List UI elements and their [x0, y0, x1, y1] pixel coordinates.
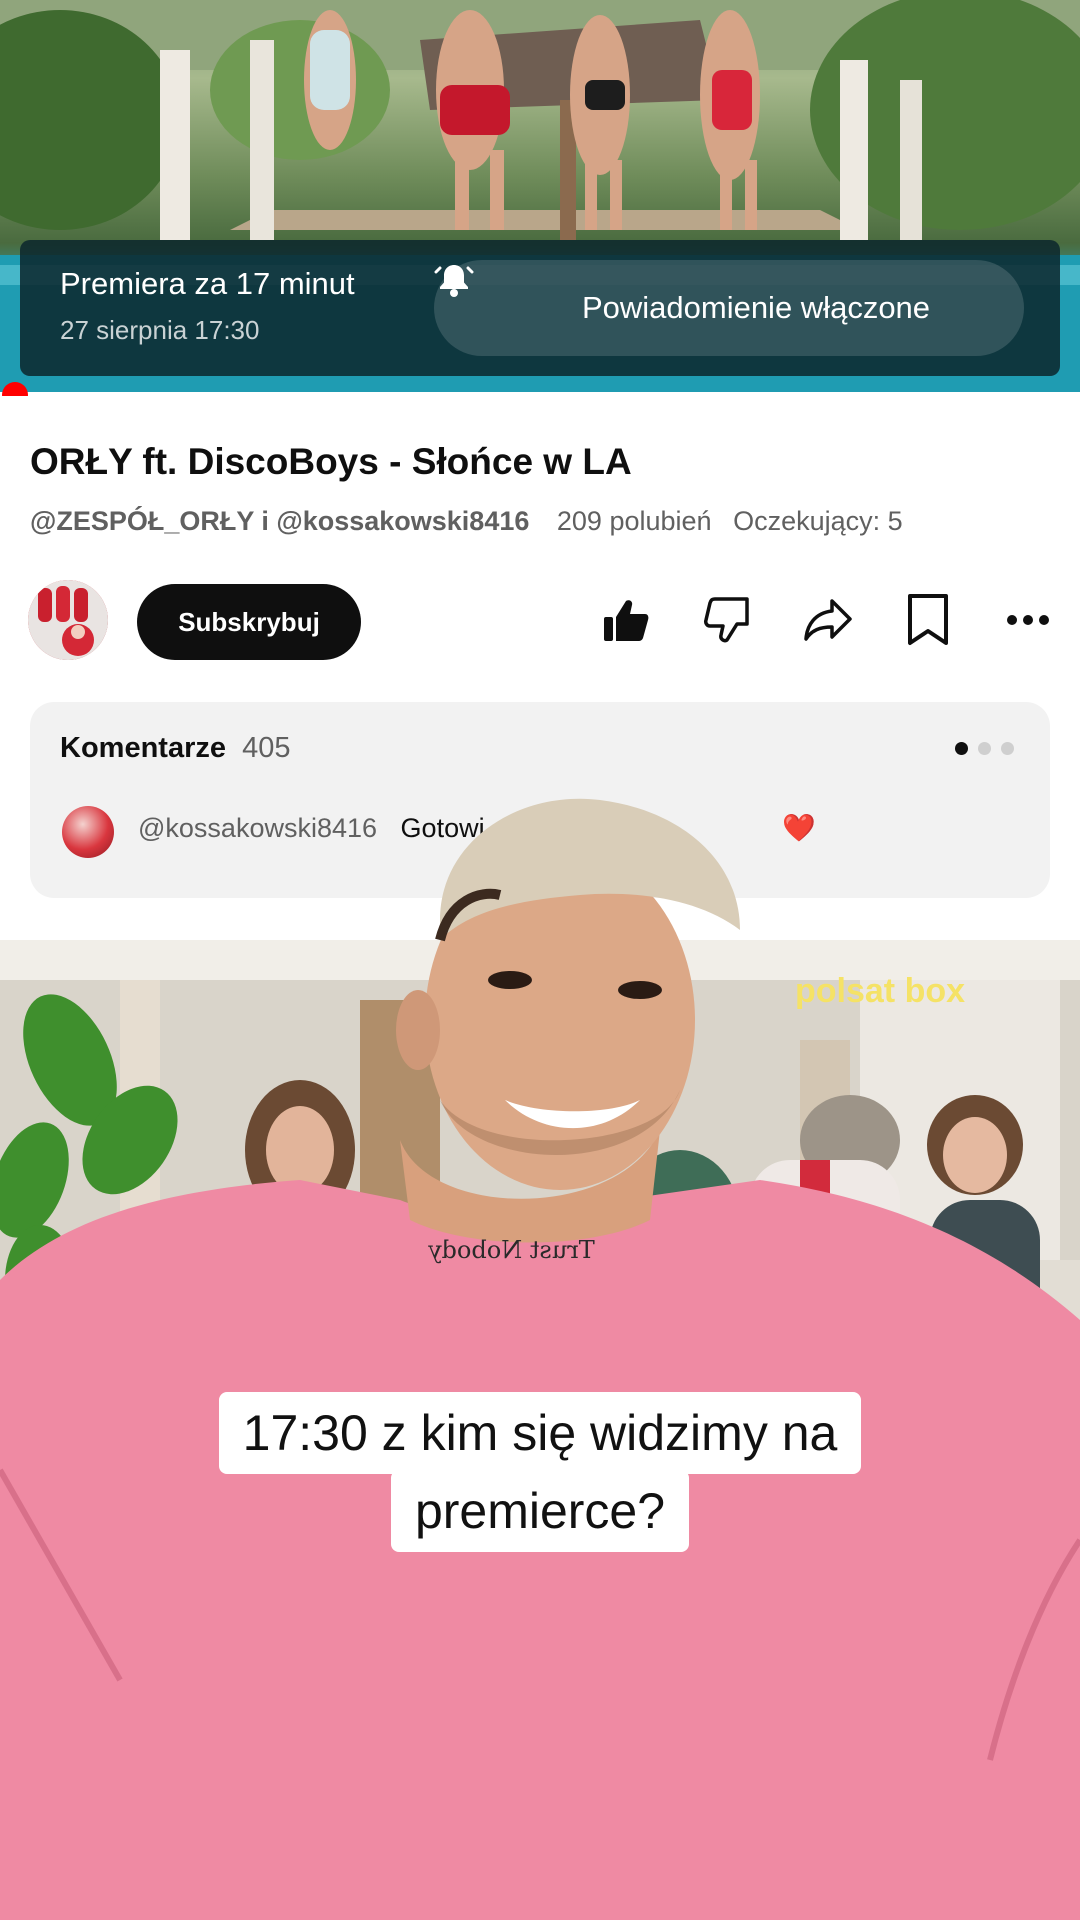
premiere-info: Premiera za 17 minut 27 sierpnia 17:30 [60, 264, 355, 350]
likes-count: 209 polubień [556, 506, 712, 536]
channel-avatar[interactable] [28, 580, 108, 660]
waiting-count: Oczekujący: 5 [733, 506, 903, 536]
thumbs-down-icon [703, 595, 753, 650]
page-dot [978, 742, 991, 755]
channel-names[interactable]: @ZESPÓŁ_ORŁY i @kossakowski8416 [30, 506, 529, 536]
video-meta: @ZESPÓŁ_ORŁY i @kossakowski8416 209 polu… [30, 506, 903, 537]
dislike-button[interactable] [700, 594, 756, 650]
premiere-date: 27 sierpnia 17:30 [60, 315, 260, 345]
video-player-top[interactable]: Premiera za 17 minut 27 sierpnia 17:30 P… [0, 0, 1080, 392]
premiere-banner: Premiera za 17 minut 27 sierpnia 17:30 P… [20, 240, 1060, 376]
comments-label: Komentarze [60, 732, 226, 764]
notification-button[interactable]: Powiadomienie włączone [434, 260, 1024, 356]
share-button[interactable] [800, 594, 856, 650]
page-indicator [955, 742, 1014, 755]
shirt-print: Trust Nobody [428, 1236, 595, 1264]
share-icon [802, 595, 854, 650]
save-button[interactable] [900, 593, 956, 652]
comments-count: 405 [242, 732, 291, 764]
caption-line-1: 17:30 z kim się widzimy na [218, 1392, 862, 1474]
save-icon [905, 593, 951, 652]
bell-ringing-icon [434, 265, 568, 328]
notification-label: Powiadomienie włączone [581, 290, 931, 325]
caption-line-2: premierce? [390, 1470, 690, 1552]
creator-overlay [0, 798, 1080, 1920]
more-options-button[interactable] [1000, 594, 1056, 650]
tv-watermark: polsat box [795, 972, 966, 1010]
thumbs-up-icon [601, 595, 651, 650]
comments-header: Komentarze 405 [60, 732, 290, 765]
like-button[interactable] [598, 594, 654, 650]
premiere-countdown: Premiera za 17 minut [60, 266, 355, 301]
video-title: ORŁY ft. DiscoBoys - Słońce w LA [30, 441, 632, 482]
subscribe-button[interactable]: Subskrybuj [137, 584, 361, 660]
page-dot [955, 742, 968, 755]
page-dot [1001, 742, 1014, 755]
caption-overlay: 17:30 z kim się widzimy na premierce? [0, 1392, 1080, 1552]
more-icon [1006, 613, 1050, 631]
